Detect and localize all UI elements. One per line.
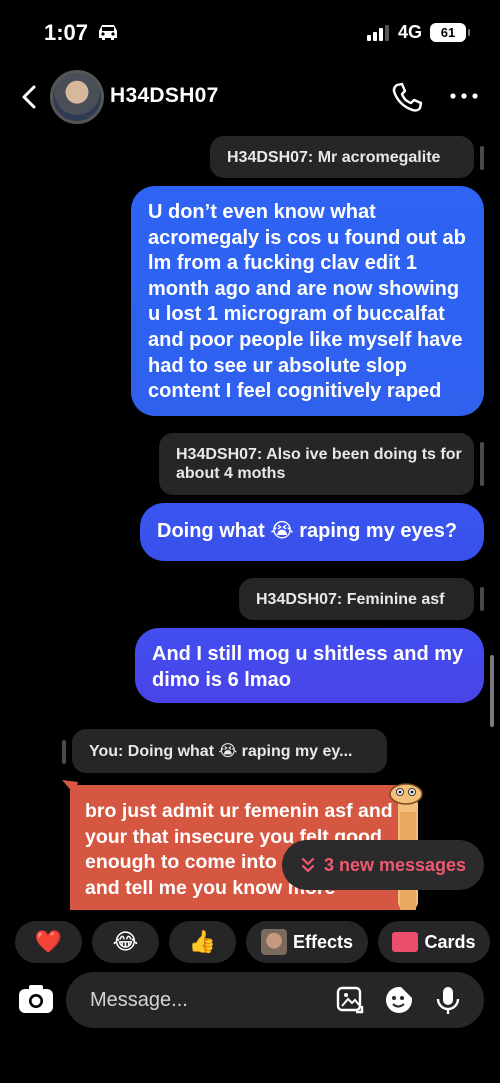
contact-name[interactable]: H34DSH07 bbox=[110, 84, 219, 108]
more-icon[interactable] bbox=[448, 84, 480, 108]
new-messages-pill[interactable]: 3 new messages bbox=[282, 840, 484, 890]
cards-button[interactable]: Cards bbox=[378, 921, 490, 963]
reply-bar bbox=[480, 146, 484, 170]
thumbs-up-emoji: 👍 bbox=[188, 929, 217, 955]
signal-icon bbox=[367, 25, 389, 41]
scrollbar[interactable] bbox=[490, 655, 494, 727]
reply-reference[interactable]: H34DSH07: Also ive been doing ts for abo… bbox=[159, 433, 474, 495]
message-text: U don’t even know what acromegaly is cos… bbox=[148, 201, 466, 403]
laughing-emoji: 😂 bbox=[112, 929, 139, 955]
reply-reference-text: H34DSH07: Feminine asf bbox=[256, 590, 445, 608]
message-text: Doing what 😭 raping my eyes? bbox=[157, 520, 458, 542]
new-messages-label: 3 new messages bbox=[323, 854, 467, 875]
reply-bar bbox=[480, 587, 484, 611]
reply-reference-text: You: Doing what 😭 raping my ey... bbox=[89, 742, 353, 760]
reply-reference-text: H34DSH07: Mr acromegalite bbox=[227, 148, 441, 166]
sent-message[interactable]: Doing what 😭 raping my eyes? bbox=[140, 503, 484, 561]
message-text: And I still mog u shitless and my dimo i… bbox=[152, 643, 464, 691]
effects-label: Effects bbox=[292, 931, 354, 952]
sticker-icon[interactable] bbox=[383, 984, 415, 1016]
reaction-heart[interactable]: ❤️ bbox=[15, 921, 82, 963]
message-input-placeholder[interactable]: Message... bbox=[90, 989, 188, 1012]
car-icon bbox=[99, 25, 117, 40]
effects-button[interactable]: Effects bbox=[246, 921, 368, 963]
heart-emoji: ❤️ bbox=[34, 929, 63, 955]
network-type: 4G bbox=[398, 22, 423, 42]
cards-label: Cards bbox=[424, 931, 476, 952]
microphone-icon[interactable] bbox=[432, 984, 464, 1016]
gallery-icon[interactable] bbox=[334, 984, 366, 1016]
reaction-laugh[interactable]: 😂 bbox=[92, 921, 159, 963]
reply-reference[interactable]: You: Doing what 😭 raping my ey... bbox=[72, 729, 387, 773]
back-chevron-icon[interactable] bbox=[16, 82, 42, 112]
reaction-thumbs-up[interactable]: 👍 bbox=[169, 921, 236, 963]
reply-reference-text: H34DSH07: Also ive been doing ts for abo… bbox=[176, 446, 462, 482]
reply-bar bbox=[62, 740, 66, 764]
double-chevron-down-icon bbox=[301, 857, 315, 873]
cards-icon bbox=[392, 932, 419, 952]
reply-reference[interactable]: H34DSH07: Mr acromegalite bbox=[210, 136, 474, 178]
message-composer[interactable]: Message... bbox=[66, 972, 484, 1028]
chat-header: H34DSH07 bbox=[0, 64, 500, 130]
camera-icon[interactable] bbox=[17, 980, 55, 1018]
battery-indicator: 61 bbox=[430, 23, 470, 42]
effects-face-icon bbox=[260, 929, 287, 955]
sent-message[interactable]: And I still mog u shitless and my dimo i… bbox=[135, 628, 484, 703]
reply-reference[interactable]: H34DSH07: Feminine asf bbox=[239, 578, 474, 620]
contact-avatar[interactable] bbox=[50, 70, 104, 124]
phone-icon[interactable] bbox=[390, 80, 424, 114]
status-bar: 1:07 4G 61 bbox=[0, 0, 500, 64]
reply-bar bbox=[480, 442, 484, 486]
status-time: 1:07 bbox=[44, 20, 89, 45]
sent-message[interactable]: U don’t even know what acromegaly is cos… bbox=[131, 186, 484, 416]
